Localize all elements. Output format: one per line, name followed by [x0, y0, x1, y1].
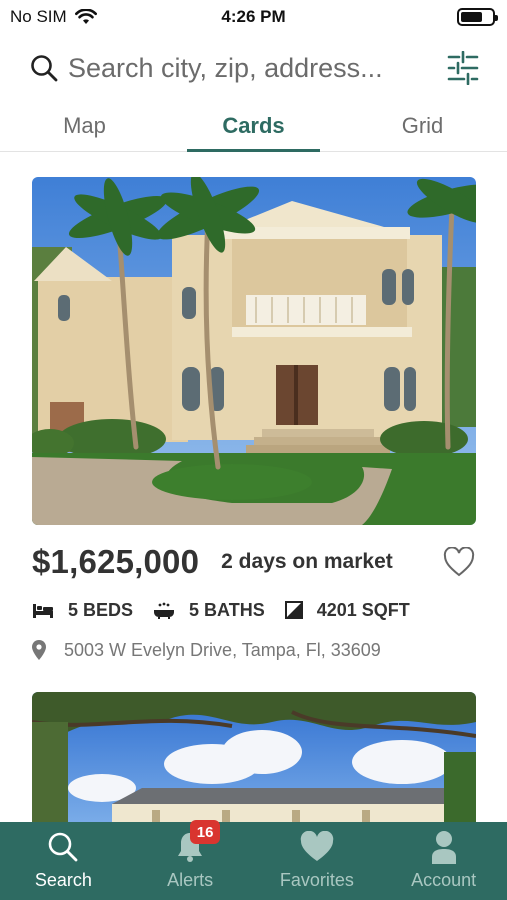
app-screen: No SIM 4:26 PM Map Cards	[0, 0, 507, 900]
alerts-count-badge: 16	[190, 820, 221, 844]
nav-search[interactable]: Search	[0, 822, 127, 900]
battery-level	[461, 12, 482, 22]
square-footage-icon	[284, 601, 303, 619]
nav-account-label: Account	[411, 870, 477, 890]
tab-map[interactable]: Map	[0, 100, 169, 151]
person-icon	[431, 831, 456, 864]
beds-label: 5 BEDS	[68, 599, 134, 620]
view-tabs: Map Cards Grid	[0, 100, 507, 152]
listing-address-row: 5003 W Evelyn Drive, Tampa, Fl, 33609	[32, 636, 476, 664]
baths-label: 5 BATHS	[189, 599, 265, 620]
heart-outline-icon	[443, 547, 475, 577]
nav-alerts-label: Alerts	[167, 870, 214, 890]
carrier-label: No SIM	[10, 7, 67, 26]
battery-icon	[457, 8, 498, 26]
listing-photo[interactable]	[32, 692, 476, 822]
favorite-button[interactable]	[442, 545, 476, 579]
beds-spec: 5 BEDS	[32, 600, 133, 621]
bottom-tab-bar: Search 16 Alerts Favorites Account	[0, 820, 507, 900]
listing-feed[interactable]: $1,625,000 2 days on market 5 BEDS 5 BAT…	[0, 152, 507, 822]
heart-icon	[300, 831, 334, 861]
nav-search-label: Search	[34, 870, 92, 890]
search-bar	[0, 44, 507, 92]
wifi-icon	[74, 9, 97, 24]
tab-grid[interactable]: Grid	[338, 100, 507, 151]
tab-cards[interactable]: Cards	[169, 100, 338, 152]
nav-favorites[interactable]: Favorites	[254, 822, 381, 900]
days-on-market: 2 days on market	[221, 550, 393, 573]
nav-search-icon-wrap	[47, 828, 79, 866]
search-icon	[31, 55, 58, 82]
listing-specs: 5 BEDS 5 BATHS 4201 SQFT	[32, 596, 476, 624]
house-photo-image	[32, 692, 476, 822]
search-icon	[49, 832, 78, 862]
filter-sliders-icon[interactable]	[447, 51, 479, 85]
nav-account[interactable]: Account	[380, 822, 507, 900]
nav-favorites-label: Favorites	[279, 870, 354, 890]
status-bar: No SIM 4:26 PM	[0, 0, 507, 34]
listing-price: $1,625,000	[32, 543, 200, 580]
house-photo-image	[32, 177, 476, 525]
bed-icon	[33, 604, 53, 618]
bathtub-icon	[154, 602, 175, 619]
location-pin-icon	[32, 640, 46, 660]
sqft-label: 4201 SQFT	[316, 599, 410, 620]
status-left: No SIM	[10, 7, 97, 27]
nav-account-icon-wrap	[430, 828, 458, 866]
search-input[interactable]	[68, 52, 433, 84]
listing-photo[interactable]	[32, 177, 476, 525]
baths-spec: 5 BATHS	[153, 600, 265, 621]
listing-address: 5003 W Evelyn Drive, Tampa, Fl, 33609	[64, 639, 381, 660]
nav-alerts-icon-wrap: 16	[176, 820, 221, 866]
nav-favorites-icon-wrap	[299, 828, 335, 866]
listing-price-row: $1,625,000 2 days on market	[32, 540, 476, 584]
nav-alerts[interactable]: 16 Alerts	[127, 820, 254, 900]
sqft-spec: 4201 SQFT	[284, 599, 410, 621]
